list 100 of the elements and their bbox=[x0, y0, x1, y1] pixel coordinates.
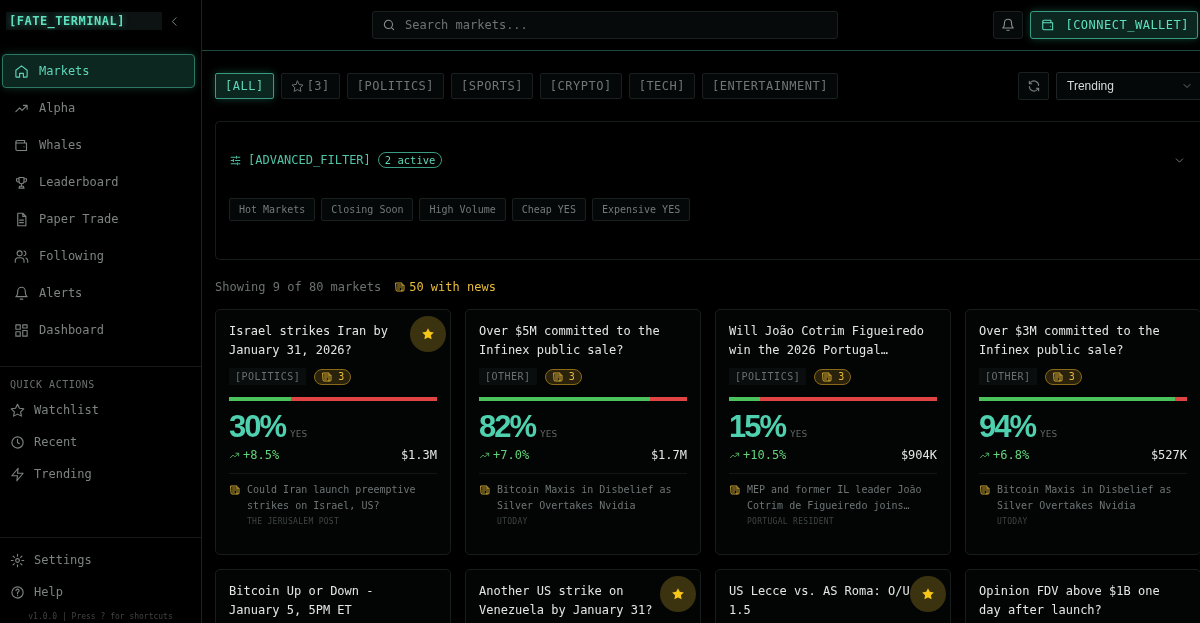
probability-value: 15% bbox=[729, 409, 786, 445]
price-change: +6.8% bbox=[993, 448, 1030, 462]
nav-item[interactable]: Alerts bbox=[2, 276, 195, 310]
volume-value: $1.3M bbox=[400, 448, 437, 462]
quick-action-link[interactable]: Watchlist bbox=[0, 394, 201, 426]
price-change: +7.0% bbox=[493, 448, 530, 462]
star-icon bbox=[10, 402, 25, 418]
preset-filter-button[interactable]: Expensive YES bbox=[591, 198, 691, 221]
search-field[interactable]: Search markets... bbox=[372, 11, 838, 39]
sort-dropdown[interactable]: Trending bbox=[1056, 72, 1200, 100]
market-card[interactable]: Opinion FDV above $1B one day after launch? bbox=[965, 569, 1200, 623]
footer-link[interactable]: Help bbox=[0, 576, 201, 608]
filter-title[interactable]: [ADVANCED_FILTER] bbox=[248, 153, 371, 167]
nav-item[interactable]: Dashboard bbox=[2, 313, 195, 347]
refresh-icon bbox=[1026, 79, 1041, 93]
nav-item[interactable]: Leaderboard bbox=[2, 165, 195, 199]
filter-tab[interactable]: [CRYPTO] bbox=[539, 73, 622, 99]
category-tag: [POLITICS] bbox=[729, 368, 807, 385]
probability-value: 94% bbox=[979, 409, 1036, 445]
clock-icon bbox=[10, 434, 25, 450]
filter-tab[interactable]: [SPORTS] bbox=[451, 73, 533, 99]
category-tag: [OTHER] bbox=[979, 368, 1037, 385]
bell-icon bbox=[1001, 18, 1016, 32]
star-badge[interactable] bbox=[410, 316, 446, 352]
volume-value: $527K bbox=[1150, 448, 1187, 462]
preset-filter-button[interactable]: High Volume bbox=[419, 198, 506, 221]
category-tag: [OTHER] bbox=[479, 368, 537, 385]
market-card[interactable]: Over $3M committed to the Infinex public sale? [OTHER] 3 94% YES +6.8% $527K Bitcoin Maxis in Disbelief as Silver Overtakes Nvidia UTODAY bbox=[965, 309, 1200, 555]
quick-action-link[interactable]: Recent bbox=[0, 426, 201, 458]
news-source: PORTUGAL RESIDENT bbox=[747, 517, 835, 526]
help-icon bbox=[10, 584, 25, 600]
newspaper-icon bbox=[394, 281, 407, 293]
news-badge: 3 bbox=[814, 368, 852, 385]
settings-icon bbox=[10, 552, 25, 568]
bell-icon bbox=[14, 285, 29, 301]
nav-item[interactable]: Following bbox=[2, 239, 195, 273]
document-icon bbox=[14, 211, 29, 227]
newspaper-icon bbox=[479, 484, 491, 496]
market-card[interactable]: Israel strikes Iran by January 31, 2026? [POLITICS] 3 30% YES +8.5% $1.3M Could Iran launch preemptive strikes on Israel, US? THE JERUSALEM POST bbox=[215, 309, 451, 555]
nav-item[interactable]: Alpha bbox=[2, 91, 195, 125]
connect-wallet-button[interactable]: [CONNECT_WALLET] bbox=[1030, 11, 1198, 39]
quick-action-link[interactable]: Trending bbox=[0, 458, 201, 490]
price-change: +10.5% bbox=[743, 448, 787, 462]
filter-tab[interactable]: [TECH] bbox=[628, 73, 695, 99]
market-card[interactable]: Over $5M committed to the Infinex public sale? [OTHER] 3 82% YES +7.0% $1.7M Bitcoin Maxis in Disbelief as Silver Overtakes Nvidia UTODAY bbox=[465, 309, 701, 555]
market-card[interactable]: US Lecce vs. AS Roma: O/U 1.5 bbox=[715, 569, 951, 623]
sliders-icon bbox=[229, 153, 242, 167]
preset-filter-button[interactable]: Hot Markets bbox=[229, 198, 316, 221]
footer-link[interactable]: Settings bbox=[0, 544, 201, 576]
wallet-icon bbox=[14, 137, 29, 153]
market-card[interactable]: Bitcoin Up or Down - January 5, 5PM ET bbox=[215, 569, 451, 623]
market-title: Opinion FDV above $1B one day after launch? bbox=[979, 583, 1161, 619]
volume-value: $904K bbox=[900, 448, 937, 462]
probability-value: 82% bbox=[479, 409, 536, 445]
star-badge[interactable] bbox=[660, 576, 696, 612]
market-card[interactable]: Another US strike on Venezuela by January 31? bbox=[465, 569, 701, 623]
filter-tab[interactable]: [POLITICS] bbox=[346, 73, 445, 99]
star-badge[interactable] bbox=[910, 576, 946, 612]
grid-icon bbox=[14, 322, 29, 338]
market-title: Over $3M committed to the Infinex public sale? bbox=[979, 323, 1161, 359]
news-headline[interactable]: MEP and former IL leader João Cotrim de Figueiredo joins… bbox=[747, 482, 937, 514]
filter-tab[interactable]: [ENTERTAINMENT] bbox=[702, 73, 838, 99]
market-card[interactable]: Will João Cotrim Figueiredo win the 2026 Portugal… [POLITICS] 3 15% YES +10.5% $904K MEP and former IL leader João Cotrim de Figueiredo joins… PORTUGAL RESIDENT bbox=[715, 309, 951, 555]
category-tag: [POLITICS] bbox=[229, 368, 307, 385]
filter-tab[interactable]: [ALL] bbox=[215, 73, 274, 99]
price-change: +8.5% bbox=[243, 448, 280, 462]
news-count: 50 with news bbox=[409, 280, 496, 294]
nav-item[interactable]: Markets bbox=[2, 54, 195, 88]
news-headline[interactable]: Bitcoin Maxis in Disbelief as Silver Overtakes Nvidia bbox=[997, 482, 1187, 514]
outcome-label: YES bbox=[540, 428, 558, 439]
nav-item[interactable]: Paper Trade bbox=[2, 202, 195, 236]
market-title: Another US strike on Venezuela by January 31? bbox=[479, 583, 654, 619]
filter-tab[interactable]: [3] bbox=[280, 73, 340, 99]
market-title: Bitcoin Up or Down - January 5, 5PM ET bbox=[229, 583, 375, 619]
outcome-label: YES bbox=[1040, 428, 1058, 439]
news-headline[interactable]: Could Iran launch preemptive strikes on Israel, US? bbox=[247, 482, 437, 514]
outcome-label: YES bbox=[290, 428, 308, 439]
results-count: Showing 9 of 80 markets bbox=[215, 280, 382, 294]
newspaper-icon bbox=[979, 484, 991, 496]
news-headline[interactable]: Bitcoin Maxis in Disbelief as Silver Overtakes Nvidia bbox=[497, 482, 687, 514]
market-title: Over $5M committed to the Infinex public sale? bbox=[479, 323, 661, 359]
probability-value: 30% bbox=[229, 409, 286, 445]
notifications-button[interactable] bbox=[993, 11, 1024, 39]
lightning-icon bbox=[10, 466, 25, 482]
newspaper-icon bbox=[729, 484, 741, 496]
market-title: Will João Cotrim Figueiredo win the 2026 Portugal… bbox=[729, 323, 925, 359]
news-badge: 3 bbox=[314, 368, 352, 385]
preset-filter-button[interactable]: Cheap YES bbox=[511, 198, 586, 221]
refresh-button[interactable] bbox=[1018, 72, 1049, 100]
news-source: THE JERUSALEM POST bbox=[247, 517, 341, 526]
market-title: US Lecce vs. AS Roma: O/U 1.5 bbox=[729, 583, 911, 619]
trophy-icon bbox=[14, 174, 29, 190]
volume-value: $1.7M bbox=[650, 448, 687, 462]
preset-filter-button[interactable]: Closing Soon bbox=[321, 198, 414, 221]
search-icon bbox=[382, 18, 396, 32]
star-icon bbox=[290, 79, 304, 93]
nav-item[interactable]: Whales bbox=[2, 128, 195, 162]
news-badge: 3 bbox=[544, 368, 582, 385]
market-title: Israel strikes Iran by January 31, 2026? bbox=[229, 323, 389, 359]
news-badge: 3 bbox=[1044, 368, 1082, 385]
